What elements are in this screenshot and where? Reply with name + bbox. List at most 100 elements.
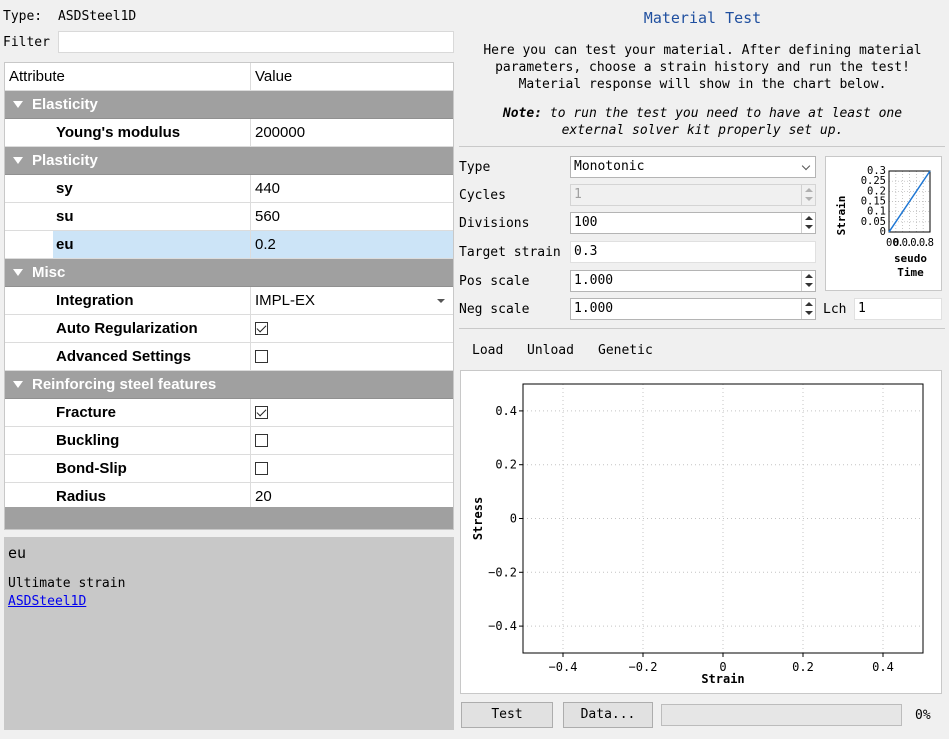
x-axis-label: Time <box>897 266 924 279</box>
target-strain-label: Target strain <box>459 245 561 260</box>
target-strain-value: 0.3 <box>574 244 598 259</box>
bond-slip-checkbox[interactable] <box>255 462 268 475</box>
neg-scale-spinbox[interactable]: 1.000 <box>570 298 816 320</box>
separator <box>459 146 945 147</box>
divisions-spinbox[interactable]: 100 <box>570 212 816 234</box>
type-label: Type <box>459 160 491 175</box>
neg-scale-label: Neg scale <box>459 302 530 317</box>
prop-integration[interactable]: Integration IMPL-EX <box>5 287 453 315</box>
note-text: Note: to run the test you need to have a… <box>456 105 949 139</box>
x-axis-label: Strain <box>701 672 744 686</box>
prop-value[interactable]: 0.2 <box>255 236 276 253</box>
spin-arrows-icon[interactable] <box>801 271 815 291</box>
group-label: Misc <box>32 264 66 281</box>
test-button[interactable]: Test <box>461 702 553 728</box>
material-type: Type: ASDSteel1D <box>3 9 136 24</box>
tree-footer <box>5 507 453 529</box>
cycles-value: 1 <box>574 187 582 202</box>
intro-line: parameters, choose a strain history and … <box>495 60 910 75</box>
type-value: ASDSteel1D <box>57 9 137 24</box>
collapse-arrow-icon[interactable] <box>13 269 23 276</box>
data-button[interactable]: Data... <box>563 702 653 728</box>
prop-eu[interactable]: eu 0.2 <box>5 231 453 259</box>
spin-arrows-icon[interactable] <box>801 213 815 233</box>
prop-value[interactable]: 560 <box>255 208 280 225</box>
intro-line: Material response will show in the chart… <box>518 77 887 92</box>
lch-input[interactable]: 1 <box>854 298 942 320</box>
stress-strain-chart-frame: −0.4 −0.2 0 0.2 0.4 −0.4 −0.2 0 0.2 0.4 Strain Stre… <box>460 370 942 694</box>
divisions-value: 100 <box>574 215 598 230</box>
description-title: eu <box>8 544 27 562</box>
cycles-label: Cycles <box>459 188 506 203</box>
group-misc[interactable]: Misc <box>5 259 453 287</box>
prop-label: Auto Regularization <box>56 320 198 337</box>
separator <box>459 328 945 329</box>
y-tick-label: 0 <box>510 512 517 526</box>
pos-scale-value: 1.000 <box>574 273 614 288</box>
x-tick-label: 0.2 <box>792 660 814 674</box>
tab-load[interactable]: Load <box>472 343 503 358</box>
filter-label: Filter <box>3 35 50 50</box>
prop-label: su <box>56 208 74 225</box>
y-axis-label: Stress <box>471 497 485 540</box>
prop-label: Radius <box>56 488 107 505</box>
advanced-settings-checkbox[interactable] <box>255 350 268 363</box>
y-tick-label: 0.4 <box>495 404 517 418</box>
group-label: Elasticity <box>32 96 98 113</box>
spin-arrows-icon <box>801 185 815 205</box>
filter-input[interactable] <box>58 31 454 53</box>
lch-label: Lch <box>823 302 847 317</box>
note-line: external solver kit properly set up. <box>561 123 844 138</box>
lch-value: 1 <box>858 301 866 316</box>
cycles-spinbox: 1 <box>570 184 816 206</box>
prop-auto-regularization[interactable]: Auto Regularization <box>5 315 453 343</box>
collapse-arrow-icon[interactable] <box>13 101 23 108</box>
prop-su[interactable]: su 560 <box>5 203 453 231</box>
tab-unload[interactable]: Unload <box>527 343 574 358</box>
prop-value[interactable]: 20 <box>255 488 272 505</box>
type-combo[interactable]: Monotonic <box>570 156 816 178</box>
spin-arrows-icon[interactable] <box>801 299 815 319</box>
dropdown-arrow-icon[interactable] <box>437 299 445 303</box>
tab-genetic[interactable]: Genetic <box>598 343 653 358</box>
x-tick-label: 0.4 <box>872 660 894 674</box>
group-elasticity[interactable]: Elasticity <box>5 91 453 119</box>
buckling-checkbox[interactable] <box>255 434 268 447</box>
pos-scale-spinbox[interactable]: 1.000 <box>570 270 816 292</box>
chevron-down-icon[interactable] <box>801 161 811 171</box>
progress-percent: 0% <box>915 708 931 723</box>
fracture-checkbox[interactable] <box>255 406 268 419</box>
y-tick-label: −0.4 <box>488 619 517 633</box>
prop-sy[interactable]: sy 440 <box>5 175 453 203</box>
stress-strain-chart: −0.4 −0.2 0 0.2 0.4−0.4−0.200.20.4StrainStre… <box>471 383 924 686</box>
group-reinforcing[interactable]: Reinforcing steel features <box>5 371 453 399</box>
strain-history-chart: 00.050.10.150.20.250.3000.0.0.0.8seudoTi… <box>835 165 936 279</box>
integration-combo[interactable]: IMPL-EX <box>255 292 315 309</box>
prop-bond-slip[interactable]: Bond-Slip <box>5 455 453 483</box>
properties-panel: Type: ASDSteel1D Filter Attribute Value … <box>0 0 456 739</box>
x-tick-label: −0.2 <box>629 660 658 674</box>
collapse-arrow-icon[interactable] <box>13 157 23 164</box>
target-strain-input[interactable]: 0.3 <box>570 241 816 263</box>
prop-value[interactable]: 200000 <box>255 124 305 141</box>
prop-label: Integration <box>56 292 134 309</box>
description-link[interactable]: ASDSteel1D <box>8 594 86 609</box>
progress-bar <box>661 704 902 726</box>
description-text: Ultimate strain <box>8 576 126 591</box>
prop-advanced-settings[interactable]: Advanced Settings <box>5 343 453 371</box>
group-plasticity[interactable]: Plasticity <box>5 147 453 175</box>
prop-fracture[interactable]: Fracture <box>5 399 453 427</box>
collapse-arrow-icon[interactable] <box>13 381 23 388</box>
intro-line: Here you can test your material. After d… <box>483 43 922 58</box>
prop-value[interactable]: 440 <box>255 180 280 197</box>
auto-regularization-checkbox[interactable] <box>255 322 268 335</box>
value-column-header[interactable]: Value <box>255 68 292 85</box>
intro-text: Here you can test your material. After d… <box>456 42 949 93</box>
prop-buckling[interactable]: Buckling <box>5 427 453 455</box>
description-panel: eu Ultimate strain ASDSteel1D <box>4 537 454 730</box>
attribute-column-header[interactable]: Attribute <box>9 68 65 85</box>
x-tick-label: −0.4 <box>549 660 578 674</box>
y-tick-label: 0.2 <box>495 458 517 472</box>
material-test-panel: Material Test Here you can test your mat… <box>456 0 949 739</box>
prop-youngs-modulus[interactable]: Young's modulus 200000 <box>5 119 453 147</box>
